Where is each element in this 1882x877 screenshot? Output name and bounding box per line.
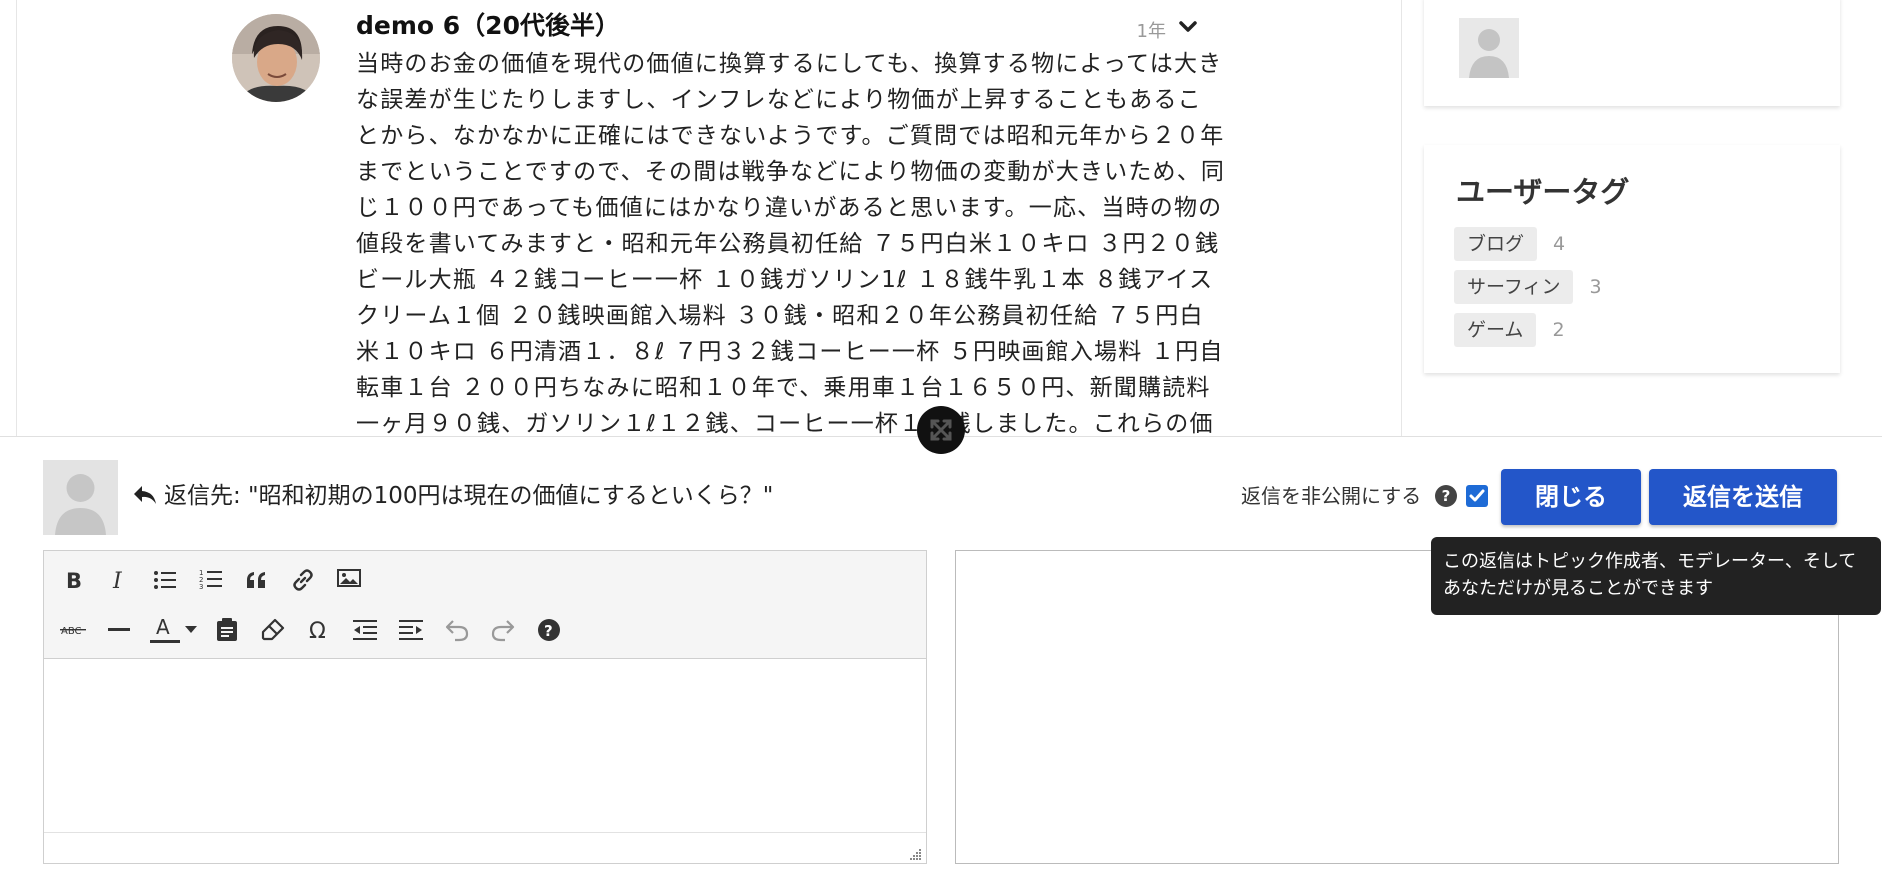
tag-row: ゲーム 2 — [1454, 313, 1565, 347]
editor-status-bar — [44, 832, 926, 863]
tag-count: 3 — [1589, 276, 1602, 298]
svg-text:ABC: ABC — [61, 626, 82, 637]
user-tags-widget: ユーザータグ ブログ 4 サーフィン 3 ゲーム 2 — [1424, 145, 1840, 373]
blockquote-icon[interactable] — [240, 563, 274, 597]
undo-icon[interactable] — [440, 613, 474, 647]
help-icon[interactable]: ? — [532, 613, 566, 647]
reply-composer: 返信先: "昭和初期の100円は現在の価値にするといくら？" 返信を非公開にする… — [0, 436, 1882, 877]
private-reply-label[interactable]: 返信を非公開にする — [1241, 483, 1421, 509]
reply-text-area[interactable] — [44, 660, 926, 832]
question-circle-icon[interactable]: ? — [1435, 485, 1457, 507]
private-reply-checkbox[interactable] — [1466, 485, 1488, 507]
image-icon[interactable] — [332, 561, 366, 595]
italic-icon[interactable]: I — [102, 563, 136, 597]
expand-composer-icon[interactable] — [917, 406, 965, 454]
tag-row: サーフィン 3 — [1454, 270, 1602, 304]
link-icon[interactable] — [286, 563, 320, 597]
svg-text:A: A — [156, 615, 170, 639]
tag-chip[interactable]: サーフィン — [1454, 270, 1574, 304]
svg-text:I: I — [112, 569, 123, 591]
svg-text:Ω: Ω — [309, 619, 326, 642]
send-reply-button[interactable]: 返信を送信 — [1649, 469, 1837, 525]
indent-icon[interactable] — [394, 613, 428, 647]
post-age[interactable]: 1年 — [1137, 17, 1166, 43]
tag-count: 4 — [1553, 233, 1566, 255]
post-body: 当時のお金の価値を現代の価値に換算するにしても、換算する物によっては大きな誤差が… — [356, 51, 1226, 436]
author-avatar[interactable] — [232, 14, 320, 102]
tag-count: 2 — [1552, 319, 1565, 341]
editor-toolbar: B I 123 ABC A Ω ? — [44, 551, 926, 659]
svg-text:B: B — [66, 569, 82, 591]
special-character-icon[interactable]: Ω — [302, 613, 336, 647]
text-color-icon[interactable]: A — [148, 613, 182, 647]
paste-text-icon[interactable] — [210, 613, 244, 647]
text-color-dropdown-icon[interactable] — [180, 613, 202, 647]
outdent-icon[interactable] — [348, 613, 382, 647]
user-tags-title: ユーザータグ — [1456, 175, 1630, 209]
tag-chip[interactable]: ブログ — [1454, 227, 1538, 261]
private-reply-tooltip: この返信はトピック作成者、モデレーター、そしてあなただけが見ることができます — [1431, 537, 1881, 615]
user-avatar-placeholder[interactable] — [1459, 18, 1519, 78]
bullet-list-icon[interactable] — [148, 563, 182, 597]
svg-text:3: 3 — [199, 583, 203, 591]
reply-target: 返信先: "昭和初期の100円は現在の価値にするといくら？" — [132, 481, 773, 511]
tag-row: ブログ 4 — [1454, 227, 1565, 261]
post-header: demo 6（20代後半） 1年 — [356, 10, 1226, 42]
clear-formatting-icon[interactable] — [256, 613, 290, 647]
topic-area: demo 6（20代後半） 1年 当時のお金の価値を現代の価値に換算するにしても… — [16, 0, 1402, 436]
redo-icon[interactable] — [486, 613, 520, 647]
post-author[interactable]: demo 6（20代後半） — [356, 11, 620, 40]
bold-icon[interactable]: B — [56, 563, 90, 597]
reply-target-text: 返信先: "昭和初期の100円は現在の価値にするといくら？" — [164, 483, 774, 509]
tag-chip[interactable]: ゲーム — [1454, 313, 1537, 347]
horizontal-rule-icon[interactable] — [102, 613, 136, 647]
close-button[interactable]: 閉じる — [1501, 469, 1641, 525]
numbered-list-icon[interactable]: 123 — [194, 563, 228, 597]
sidebar-profile-card — [1424, 0, 1840, 106]
strikethrough-icon[interactable]: ABC — [56, 613, 90, 647]
reply-user-avatar — [43, 460, 118, 535]
svg-text:?: ? — [544, 622, 553, 640]
chevron-down-icon[interactable] — [1178, 18, 1198, 36]
reply-arrow-icon — [132, 484, 158, 506]
resize-handle-icon[interactable] — [908, 845, 922, 860]
reply-editor: B I 123 ABC A Ω ? — [43, 550, 927, 864]
